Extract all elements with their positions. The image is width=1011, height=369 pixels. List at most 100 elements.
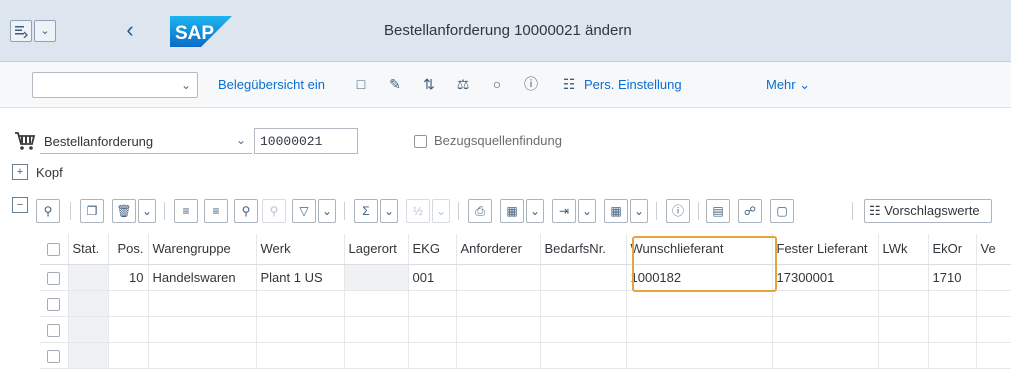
column-header-status[interactable]: Stat.: [68, 234, 109, 265]
row-checkbox[interactable]: [47, 349, 60, 363]
purchasing-org-cell[interactable]: [928, 342, 977, 369]
document-overview-button[interactable]: Belegübersicht ein: [218, 77, 325, 92]
sum-dropdown-icon[interactable]: ⌄: [380, 199, 398, 223]
requirement-number-cell[interactable]: [540, 264, 627, 291]
column-header-fixed-vendor[interactable]: Fester Lieferant: [772, 234, 879, 265]
ve-cell[interactable]: [976, 316, 1011, 343]
source-determination-checkbox[interactable]: [414, 135, 427, 148]
row-select-cell[interactable]: [40, 316, 69, 343]
fixed-vendor-cell[interactable]: [772, 316, 879, 343]
header-section-label[interactable]: Kopf: [36, 165, 63, 180]
row-select-cell[interactable]: [40, 290, 69, 317]
desired-vendor-cell[interactable]: 1000182: [626, 264, 773, 291]
subtotal-dropdown-icon[interactable]: ⌄: [432, 199, 450, 223]
row-select-cell[interactable]: [40, 264, 69, 291]
ve-cell[interactable]: [976, 342, 1011, 369]
note-icon[interactable]: ▢: [770, 199, 794, 223]
requester-cell[interactable]: [456, 316, 541, 343]
table-row[interactable]: [40, 290, 1011, 317]
sum-icon[interactable]: Σ: [354, 199, 378, 223]
export-dropdown-icon[interactable]: ⌄: [578, 199, 596, 223]
table-row[interactable]: [40, 316, 1011, 343]
delete-dropdown-icon[interactable]: ⌄: [138, 199, 156, 223]
personal-settings-icon[interactable]: ☷: [560, 75, 578, 93]
views-icon[interactable]: ▦: [500, 199, 524, 223]
select-all-checkbox[interactable]: [47, 243, 60, 257]
plant-cell[interactable]: [256, 342, 345, 369]
fixed-vendor-cell[interactable]: 17300001: [772, 264, 879, 291]
fixed-vendor-cell[interactable]: [772, 290, 879, 317]
requester-cell[interactable]: [456, 342, 541, 369]
menu-dropdown-chevron-icon[interactable]: ⌄: [34, 20, 56, 42]
material-group-cell[interactable]: Handelswaren: [148, 264, 257, 291]
desired-vendor-cell[interactable]: [626, 290, 773, 317]
column-header-desired-vendor[interactable]: Wunschlieferant: [626, 234, 773, 265]
sort-descending-icon[interactable]: ≡: [204, 199, 228, 223]
info-icon[interactable]: ⓘ: [666, 199, 690, 223]
purchasing-org-cell[interactable]: 1710: [928, 264, 977, 291]
layout-dropdown-icon[interactable]: ⌄: [630, 199, 648, 223]
material-group-cell[interactable]: [148, 290, 257, 317]
back-icon[interactable]: ‹: [118, 18, 142, 44]
desired-vendor-cell[interactable]: [626, 342, 773, 369]
find-icon[interactable]: ⚲: [234, 199, 258, 223]
requirement-number-cell[interactable]: [540, 342, 627, 369]
default-values-button[interactable]: ☷ Vorschlagswerte: [864, 199, 992, 223]
personal-settings-button[interactable]: Pers. Einstellung: [584, 77, 682, 92]
material-group-cell[interactable]: [148, 342, 257, 369]
document-number-field[interactable]: 10000021: [254, 128, 358, 154]
table-row[interactable]: [40, 342, 1011, 369]
plant-cell[interactable]: [256, 316, 345, 343]
column-header-supplying-plant[interactable]: LWk: [878, 234, 929, 265]
plant-cell[interactable]: [256, 290, 345, 317]
menu-icon[interactable]: [10, 20, 32, 42]
purchasing-group-cell[interactable]: [408, 342, 457, 369]
more-menu-button[interactable]: Mehr ⌄: [766, 77, 810, 93]
column-header-ve[interactable]: Ve: [976, 234, 1011, 265]
edit-pencil-icon[interactable]: ✎: [386, 75, 404, 93]
position-cell[interactable]: [108, 290, 149, 317]
storage-location-cell[interactable]: [344, 342, 409, 369]
storage-location-cell[interactable]: [344, 264, 409, 291]
purchasing-group-cell[interactable]: 001: [408, 264, 457, 291]
requester-cell[interactable]: [456, 290, 541, 317]
column-header-material-group[interactable]: Warengruppe: [148, 234, 257, 265]
views-dropdown-icon[interactable]: ⌄: [526, 199, 544, 223]
document-icon[interactable]: ▤: [706, 199, 730, 223]
supplying-plant-cell[interactable]: [878, 264, 929, 291]
sort-ascending-icon[interactable]: ≡: [174, 199, 198, 223]
purchasing-group-cell[interactable]: [408, 316, 457, 343]
copy-icon[interactable]: ❐: [80, 199, 104, 223]
material-group-cell[interactable]: [148, 316, 257, 343]
supplying-plant-cell[interactable]: [878, 342, 929, 369]
create-icon[interactable]: □: [352, 75, 370, 93]
info-icon[interactable]: ⓘ: [522, 75, 540, 93]
export-icon[interactable]: ⇥: [552, 199, 576, 223]
purchasing-group-cell[interactable]: [408, 290, 457, 317]
table-row[interactable]: 10 Handelswaren Plant 1 US 001 1000182 1…: [40, 264, 1011, 291]
ve-cell[interactable]: [976, 290, 1011, 317]
fixed-vendor-cell[interactable]: [772, 342, 879, 369]
filter-icon[interactable]: ▽: [292, 199, 316, 223]
print-icon[interactable]: ⎙: [468, 199, 492, 223]
requester-cell[interactable]: [456, 264, 541, 291]
column-header-plant[interactable]: Werk: [256, 234, 345, 265]
document-type-select[interactable]: Bestellanforderung ⌄: [40, 128, 252, 154]
select-all-checkbox-cell[interactable]: [40, 234, 69, 265]
column-header-purchasing-org[interactable]: EkOr: [928, 234, 977, 265]
purchasing-org-cell[interactable]: [928, 316, 977, 343]
plant-cell[interactable]: Plant 1 US: [256, 264, 345, 291]
requirement-number-cell[interactable]: [540, 316, 627, 343]
column-header-purchasing-group[interactable]: EKG: [408, 234, 457, 265]
row-checkbox[interactable]: [47, 323, 60, 337]
row-select-cell[interactable]: [40, 342, 69, 369]
position-cell[interactable]: 10: [108, 264, 149, 291]
row-checkbox[interactable]: [47, 271, 60, 285]
layout-icon[interactable]: ▦: [604, 199, 628, 223]
messages-icon[interactable]: ○: [488, 75, 506, 93]
expand-header-icon[interactable]: +: [12, 164, 28, 180]
row-checkbox[interactable]: [47, 297, 60, 311]
purchasing-org-cell[interactable]: [928, 290, 977, 317]
column-header-requirement-number[interactable]: BedarfsNr.: [540, 234, 627, 265]
column-header-storage-location[interactable]: Lagerort: [344, 234, 409, 265]
